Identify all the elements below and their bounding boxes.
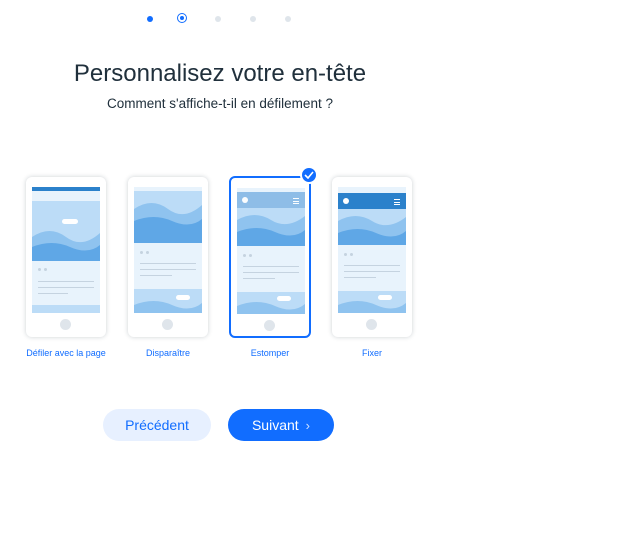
phone-preview — [229, 176, 311, 338]
hero-image-icon — [134, 191, 202, 243]
next-button-label: Suivant — [251, 417, 299, 433]
chevron-right-icon: › — [305, 418, 311, 433]
home-button-icon — [264, 320, 275, 331]
page-subtitle: Comment s'affiche-t-il en défilement ? — [107, 96, 333, 111]
phone-screen — [134, 187, 202, 313]
home-button-icon — [162, 319, 173, 330]
option-label-fixed[interactable]: Fixer — [332, 348, 412, 358]
option-label-scroll[interactable]: Défiler avec la page — [20, 348, 112, 358]
step-indicator — [143, 13, 299, 27]
option-label-disappear[interactable]: Disparaître — [128, 348, 208, 358]
selected-check-icon — [300, 166, 318, 184]
step-dot-2-current — [177, 13, 187, 23]
next-button[interactable]: Suivant › — [228, 409, 334, 441]
hero-image-icon — [338, 209, 406, 245]
phone-preview — [128, 177, 208, 337]
step-dot-4 — [250, 16, 256, 22]
previous-button-label: Précédent — [125, 417, 189, 433]
page-title: Personnalisez votre en-tête — [73, 60, 367, 87]
header-bar — [237, 192, 305, 208]
phone-screen — [338, 187, 406, 313]
option-fade[interactable] — [229, 176, 311, 339]
phone-screen — [237, 188, 305, 314]
header-bar — [338, 193, 406, 209]
phone-preview — [332, 177, 412, 337]
option-scroll-with-page[interactable] — [26, 177, 106, 339]
previous-button[interactable]: Précédent — [103, 409, 211, 441]
phone-preview — [26, 177, 106, 337]
hero-image-icon — [32, 201, 100, 261]
option-disappear[interactable] — [128, 177, 208, 339]
step-dot-5 — [285, 16, 291, 22]
home-button-icon — [60, 319, 71, 330]
step-dot-1 — [147, 16, 153, 22]
option-label-fade[interactable]: Estomper — [230, 348, 310, 358]
home-button-icon — [366, 319, 377, 330]
phone-screen — [32, 187, 100, 313]
header-bar — [32, 187, 100, 191]
step-dot-3 — [215, 16, 221, 22]
hero-image-icon — [237, 208, 305, 246]
option-fixed[interactable] — [332, 177, 412, 339]
